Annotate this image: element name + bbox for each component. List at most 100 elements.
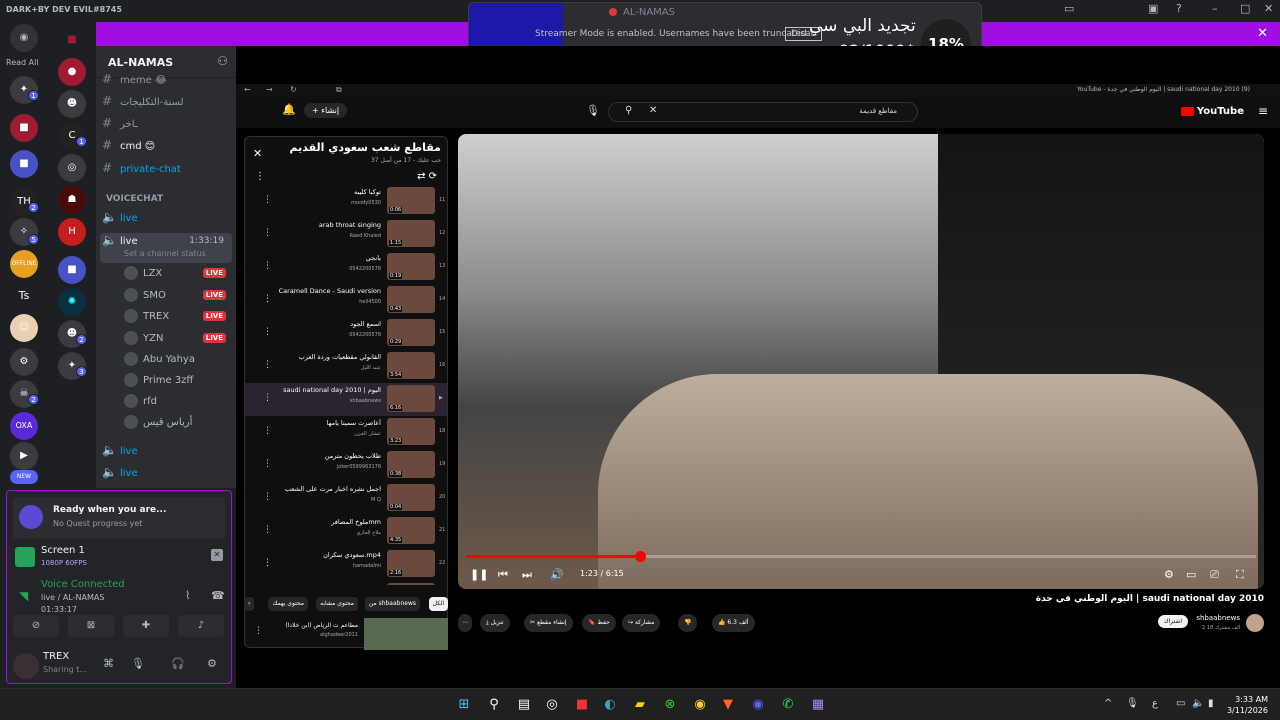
- next-icon[interactable]: ⏭: [522, 568, 532, 582]
- more-actions-button[interactable]: ⋯: [458, 614, 472, 632]
- close-icon[interactable]: ✕: [253, 147, 262, 160]
- download-button[interactable]: ⤓ تنزيل: [480, 614, 510, 632]
- channel-clips[interactable]: # لسنة-التكليجات: [102, 94, 184, 114]
- voice-user[interactable]: YZN LIVE: [124, 331, 232, 349]
- chip-all[interactable]: الكل: [428, 597, 448, 611]
- gamepad-icon[interactable]: ⌘: [103, 657, 114, 670]
- voice-search-icon[interactable]: 🎙: [586, 104, 600, 117]
- progress-knob[interactable]: [634, 551, 646, 562]
- more-options-icon[interactable]: ⋮: [263, 360, 272, 370]
- playlist-item[interactable]: ⋮ يانجي 0542200578 0:19 13: [245, 251, 447, 284]
- playlist-item-thumbnail[interactable]: 6:16: [387, 385, 435, 412]
- playlist-item-thumbnail[interactable]: 0:06: [387, 187, 435, 214]
- channel-other[interactable]: # ـاخر: [102, 116, 138, 136]
- channel-name[interactable]: shbaabnews: [1196, 614, 1240, 622]
- playlist-item-thumbnail[interactable]: 0:04: [387, 484, 435, 511]
- battery-icon[interactable]: ▮: [1208, 698, 1214, 709]
- avatar[interactable]: [13, 653, 39, 679]
- file-explorer-icon[interactable]: ▰: [630, 695, 650, 715]
- more-options-icon[interactable]: ⋮: [254, 626, 263, 636]
- more-options-icon[interactable]: ⋮: [263, 228, 272, 238]
- more-options-icon[interactable]: ⋮: [263, 525, 272, 535]
- chip-prev-icon[interactable]: ‹: [244, 597, 255, 611]
- steam-icon[interactable]: ◎: [542, 695, 562, 715]
- server-folder-icon[interactable]: ■: [10, 150, 38, 178]
- voice-user[interactable]: Prime 3zff: [124, 373, 232, 391]
- server-icon[interactable]: ■: [10, 114, 38, 142]
- screen-share-card[interactable]: Screen 1 1080P 60FPS ✕: [13, 543, 225, 571]
- user-name[interactable]: TREX: [43, 651, 69, 662]
- more-options-icon[interactable]: ⋮: [263, 195, 272, 205]
- server-ts-icon[interactable]: Ts: [10, 282, 38, 310]
- playlist-item-thumbnail[interactable]: 3:23: [387, 418, 435, 445]
- channel-meme[interactable]: # meme 😂: [102, 72, 167, 92]
- server-icon[interactable]: ▶: [10, 442, 38, 470]
- playlist-item[interactable]: ⋮السمو سولنفي23: [245, 581, 447, 585]
- server-icon[interactable]: ●: [58, 58, 86, 86]
- voice-status[interactable]: Voice Connected: [41, 579, 125, 590]
- subtitles-icon[interactable]: ▭: [1186, 568, 1196, 581]
- pause-icon[interactable]: ❚❚: [470, 568, 488, 581]
- soundboard-button[interactable]: ♪: [178, 615, 224, 637]
- edge-icon[interactable]: ◐: [600, 695, 620, 715]
- playlist-item[interactable]: ⋮ القانولي مقطعيات وردة العرب عنيد الليل 3:…: [245, 350, 447, 383]
- more-options-icon[interactable]: ⋮: [263, 558, 272, 568]
- channel-private-chat[interactable]: # private-chat: [102, 161, 181, 181]
- stop-stream-icon[interactable]: ✕: [211, 549, 223, 561]
- channel-status-prompt[interactable]: Set a channel status: [124, 249, 206, 258]
- previous-icon[interactable]: ⏮: [498, 568, 508, 582]
- more-options-icon[interactable]: ⋮: [255, 171, 265, 182]
- voice-user[interactable]: LZX LIVE: [124, 266, 232, 284]
- more-options-icon[interactable]: ⋮: [263, 261, 272, 271]
- clip-button[interactable]: ✂ إنشاء مقطع: [524, 614, 573, 632]
- stop-share-button[interactable]: ⊠: [68, 615, 114, 637]
- like-button[interactable]: 👍 6.3 ألف: [712, 614, 755, 632]
- voice-user[interactable]: TREX LIVE: [124, 309, 232, 327]
- microphone-icon[interactable]: 🎙: [131, 657, 145, 670]
- quest-card[interactable]: Ready when you are... No Quest progress …: [13, 497, 225, 539]
- chrome-icon[interactable]: ◉: [690, 695, 710, 715]
- discord-home-icon[interactable]: ◉: [10, 24, 38, 52]
- browser-tab-title[interactable]: YouTube - اليوم الوطني في جدة | saudi na…: [1077, 86, 1250, 93]
- playlist-item-thumbnail[interactable]: [387, 583, 435, 585]
- voice-channel-live[interactable]: 🔈 live: [102, 465, 138, 485]
- disconnect-icon[interactable]: ☎: [211, 589, 225, 602]
- playlist-item-thumbnail[interactable]: 2:16: [387, 550, 435, 577]
- playlist-item[interactable]: ⋮ طلاب يحطون مترمن joker0599963178 0:38 19: [245, 449, 447, 482]
- settings-icon[interactable]: ⚙: [1164, 568, 1174, 581]
- headphones-icon[interactable]: 🎧: [171, 657, 185, 670]
- volume-icon[interactable]: 🔊: [550, 568, 564, 581]
- add-friend-icon[interactable]: ⚇: [217, 54, 228, 68]
- server-icon[interactable]: ◎: [58, 154, 86, 182]
- more-options-icon[interactable]: ⋮: [263, 327, 272, 337]
- new-window-icon[interactable]: ⧉: [336, 85, 342, 95]
- playlist-item[interactable]: ⋮ توكيا كليبه moody0530 0:06 11: [245, 185, 447, 218]
- playlist-item[interactable]: ⋮ اسمع الجود 0542200578 0:29 15: [245, 317, 447, 350]
- minimize-icon[interactable]: –: [1212, 2, 1218, 15]
- maximize-icon[interactable]: □: [1240, 2, 1250, 15]
- server-icon[interactable]: ☗: [58, 186, 86, 214]
- voice-user[interactable]: SMO LIVE: [124, 288, 232, 306]
- dislike-button[interactable]: 👎: [678, 614, 698, 632]
- playlist-item-thumbnail[interactable]: 0:29: [387, 319, 435, 346]
- notifications-icon[interactable]: 🔔: [282, 103, 296, 116]
- playlist-item-thumbnail[interactable]: 3:54: [387, 352, 435, 379]
- playlist-item[interactable]: ⋮ سعودي سكران.mp4 hamadalmi 2:16 22: [245, 548, 447, 581]
- more-options-icon[interactable]: ⋮: [263, 294, 272, 304]
- channel-avatar[interactable]: [1246, 614, 1264, 632]
- activities-button[interactable]: ✚: [123, 615, 169, 637]
- search-bar[interactable]: مقاطع قديمة ✕ ⚲: [608, 102, 918, 122]
- video-player[interactable]: ❚❚ ⏮ ⏭ 🔊 1:23 / 6:15 ⚙ ▭ ⎚ ⛶: [458, 134, 1264, 589]
- voice-user[interactable]: أرياس قيس: [124, 415, 232, 433]
- more-options-icon[interactable]: ⋮: [263, 393, 272, 403]
- network-icon[interactable]: ▭: [1176, 698, 1185, 709]
- back-icon[interactable]: ←: [244, 85, 251, 94]
- server-icon[interactable]: ⚙: [10, 348, 38, 376]
- app-grid-icon[interactable]: ▦: [808, 695, 828, 715]
- system-clock[interactable]: 3:33 AM 3/11/2026: [1227, 694, 1268, 716]
- loop-shuffle-controls[interactable]: ⇄ ⟳: [417, 171, 437, 182]
- start-icon[interactable]: ⊞: [454, 695, 474, 715]
- server-oxa-icon[interactable]: OXA: [10, 412, 38, 440]
- chip-for-you[interactable]: محتوى يهمك: [268, 597, 308, 611]
- more-options-icon[interactable]: ⋮: [263, 426, 272, 436]
